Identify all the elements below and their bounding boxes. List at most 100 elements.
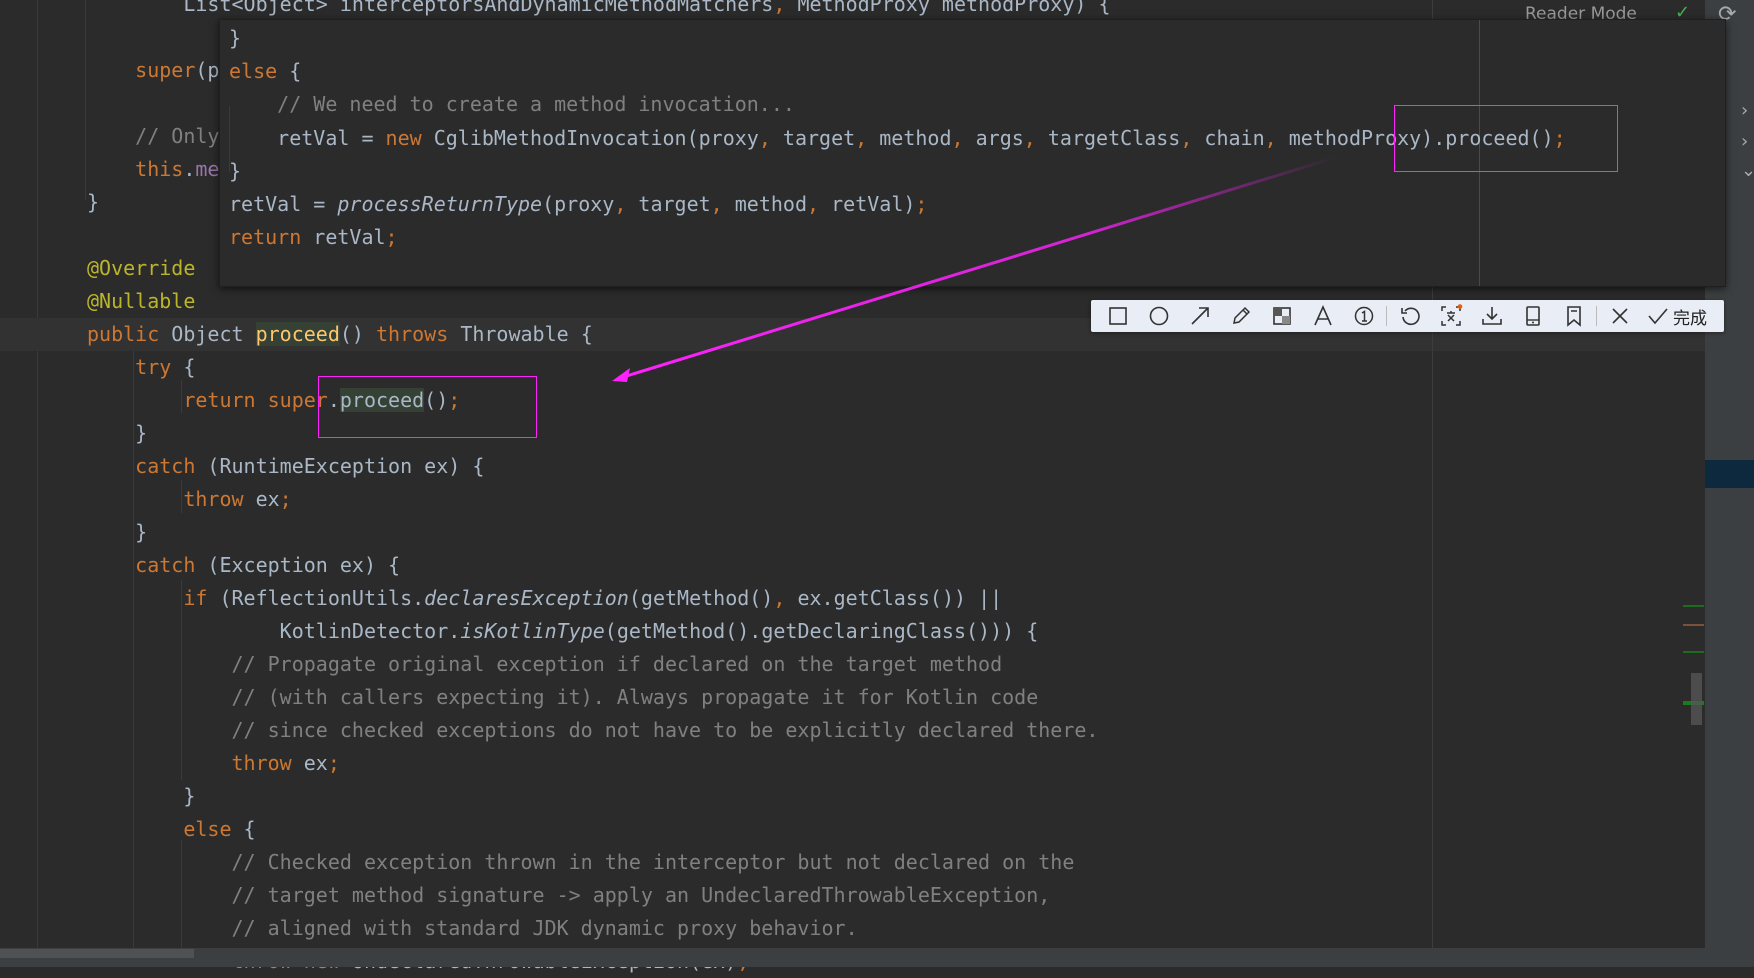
text-tool[interactable]: [1302, 300, 1343, 332]
undo-icon: [1400, 307, 1420, 326]
code-line: List<Object> interceptorsAndDynamicMetho…: [87, 0, 1111, 21]
code-token: (p: [195, 58, 220, 82]
code-line: else {: [87, 813, 256, 846]
code-token: // aligned with standard JDK dynamic pro…: [87, 916, 858, 940]
code-line: retVal = processReturnType(proxy, target…: [229, 188, 927, 221]
download-icon: [1481, 307, 1502, 325]
number-tool[interactable]: [1343, 300, 1384, 332]
pencil-tool[interactable]: [1220, 300, 1261, 332]
code-token: public: [87, 322, 172, 346]
ocr-button[interactable]: [1430, 300, 1471, 332]
code-token: declaresException: [424, 586, 629, 610]
code-token: ;: [915, 192, 928, 216]
code-token: new: [385, 125, 434, 150]
vertical-scrollbar-thumb[interactable]: [1691, 673, 1702, 725]
change-marker[interactable]: [1683, 605, 1704, 607]
code-line: }: [229, 22, 241, 55]
code-token: (ReflectionUtils.: [219, 586, 425, 610]
code-token: ,: [614, 192, 639, 216]
code-token: retVal =: [229, 192, 338, 216]
close-icon: [1611, 308, 1628, 324]
code-line: retVal = new CglibMethodInvocation(proxy…: [229, 122, 1566, 155]
code-token: (getMethod(): [628, 586, 774, 610]
code-token: throw: [87, 487, 256, 511]
code-token: ,: [758, 125, 783, 150]
code-token: }: [229, 26, 242, 50]
change-marker[interactable]: [1683, 624, 1704, 626]
pin-button[interactable]: [1512, 300, 1553, 332]
done-button[interactable]: 完成: [1646, 304, 1707, 329]
chevron-right-icon[interactable]: ›: [1741, 100, 1748, 121]
code-token: .: [183, 157, 196, 181]
undo-button[interactable]: [1389, 300, 1430, 332]
code-token: if: [87, 586, 220, 610]
code-token: try: [87, 355, 184, 379]
download-button[interactable]: [1471, 300, 1512, 332]
change-marker[interactable]: [1683, 651, 1704, 653]
code-token: {: [243, 817, 256, 841]
code-line: // aligned with standard JDK dynamic pro…: [87, 912, 858, 945]
annotation-rectangle[interactable]: [318, 376, 537, 438]
code-token: ,: [1264, 125, 1289, 150]
code-token: isKotlinType: [460, 619, 605, 643]
close-button[interactable]: [1599, 300, 1640, 332]
code-token: }: [87, 520, 148, 544]
code-line: // Propagate original exception if decla…: [87, 648, 1002, 681]
chevron-down-icon[interactable]: ⌄: [1741, 160, 1754, 181]
code-token: // Checked exception thrown in the inter…: [87, 850, 1075, 874]
code-line: catch (Exception ex) {: [87, 549, 400, 582]
code-token: ;: [279, 487, 292, 511]
code-token: chain: [1204, 125, 1265, 150]
arrow-tool[interactable]: [1179, 300, 1220, 332]
code-token: @Nullable: [87, 289, 196, 313]
code-line: this.me: [87, 153, 219, 186]
horizontal-scrollbar-thumb[interactable]: [0, 949, 194, 958]
code-token: ,: [1023, 125, 1048, 150]
ellipse-tool[interactable]: [1138, 300, 1179, 332]
code-line: KotlinDetector.isKotlinType(getMethod().…: [87, 615, 1039, 648]
annotation-rectangle[interactable]: [1394, 105, 1618, 172]
pencil-icon: [1232, 306, 1250, 324]
code-token: retVal: [313, 225, 386, 250]
code-token: this: [87, 157, 184, 181]
code-token: Throwable {: [460, 322, 593, 346]
code-token: MethodProxy methodProxy) {: [797, 0, 1111, 16]
code-line: super(p: [87, 54, 219, 87]
code-token: ,: [1180, 125, 1205, 150]
code-token: ,: [951, 125, 976, 150]
code-token: throws: [376, 322, 461, 346]
rectangle-tool[interactable]: [1097, 300, 1138, 332]
arrow-head: [612, 368, 630, 382]
code-token: ex: [255, 487, 280, 511]
code-line: // We need to create a method invocation…: [229, 88, 795, 121]
code-line: throw ex;: [87, 483, 292, 516]
code-line: // Only: [87, 120, 219, 153]
code-token: retVal): [831, 192, 916, 216]
code-token: // Propagate original exception if decla…: [87, 652, 1003, 676]
done-label: 完成: [1673, 308, 1707, 329]
bookmark-button[interactable]: [1553, 300, 1594, 332]
code-token: List<Object> interceptorsAndDynamicMetho…: [87, 0, 774, 16]
code-line: }: [229, 155, 241, 188]
code-token: Object: [171, 322, 256, 346]
code-token: // since checked exceptions do not have …: [87, 718, 1099, 742]
code-token: // We need to create a method invocation…: [229, 92, 795, 117]
code-token: catch: [87, 553, 208, 577]
text-icon: [1313, 305, 1332, 326]
code-line: @Nullable: [87, 285, 195, 318]
ellipse-icon: [1149, 306, 1168, 326]
code-token: (proxy: [542, 192, 615, 216]
code-token: method: [734, 192, 808, 216]
horizontal-scrollbar[interactable]: [0, 948, 1754, 967]
code-token: ex.getClass()) ||: [797, 586, 1003, 610]
mosaic-tool[interactable]: [1261, 300, 1302, 332]
code-line: // since checked exceptions do not have …: [87, 714, 1098, 747]
code-line: // (with callers expecting it). Always p…: [87, 681, 1038, 714]
code-token: ex: [303, 751, 328, 775]
right-panel-selection: [1705, 460, 1754, 488]
check-icon: [1648, 308, 1668, 325]
chevron-right-icon[interactable]: ›: [1741, 131, 1748, 152]
pin-icon: [1525, 306, 1540, 326]
rectangle-icon: [1108, 307, 1127, 325]
code-token: }: [87, 421, 148, 445]
